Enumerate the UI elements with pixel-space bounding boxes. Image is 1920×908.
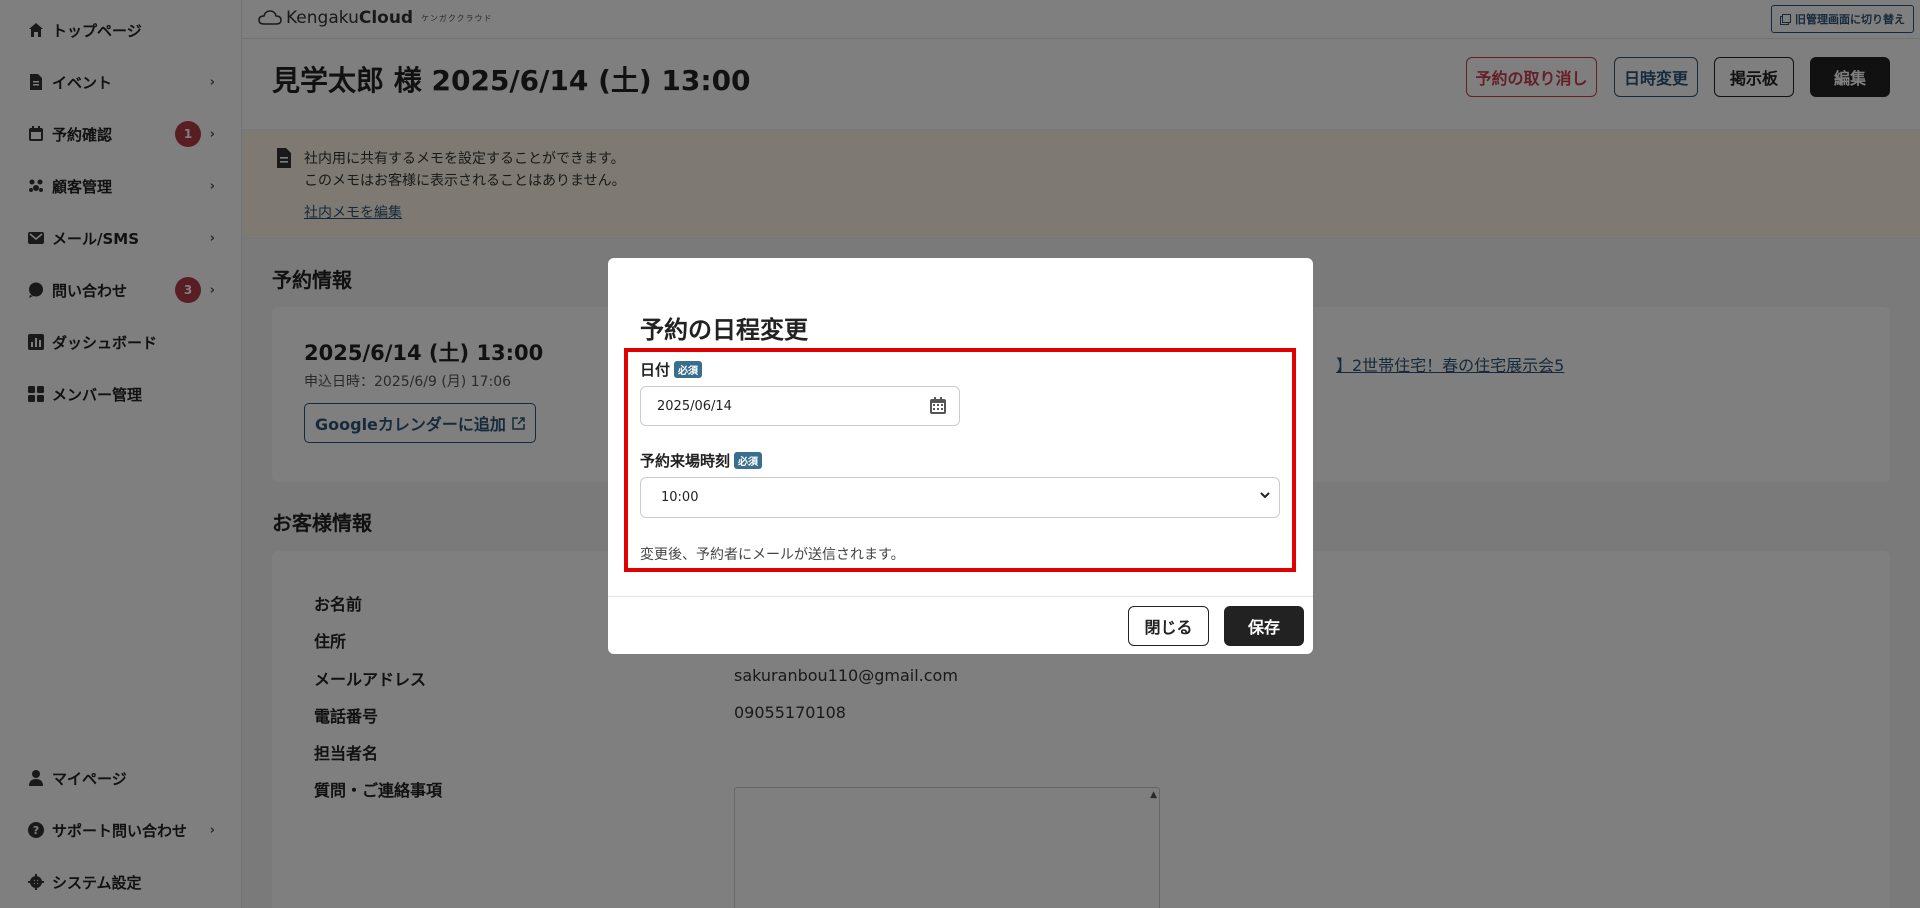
modal-title: 予約の日程変更	[640, 316, 808, 344]
date-label: 日付	[640, 361, 671, 379]
date-field-label: 日付 必須	[640, 359, 703, 380]
time-label: 予約来場時刻	[640, 452, 731, 470]
time-field-label: 予約来場時刻 必須	[640, 450, 763, 471]
close-button[interactable]: 閉じる	[1128, 606, 1209, 646]
reschedule-modal: 予約の日程変更 日付 必須 2025/06/14 予約来場時刻 必須 10:00…	[608, 258, 1313, 654]
modal-divider	[608, 596, 1313, 597]
required-badge: 必須	[734, 452, 763, 469]
time-value: 10:00	[661, 490, 699, 505]
required-badge: 必須	[674, 361, 703, 378]
save-button[interactable]: 保存	[1224, 606, 1304, 646]
date-value: 2025/06/14	[657, 398, 732, 414]
calendar-icon[interactable]	[929, 397, 947, 419]
email-notice: 変更後、予約者にメールが送信されます。	[640, 547, 905, 563]
time-select[interactable]: 10:00	[640, 477, 1280, 518]
date-input[interactable]: 2025/06/14	[640, 386, 960, 426]
chevron-down-icon	[1259, 489, 1271, 504]
